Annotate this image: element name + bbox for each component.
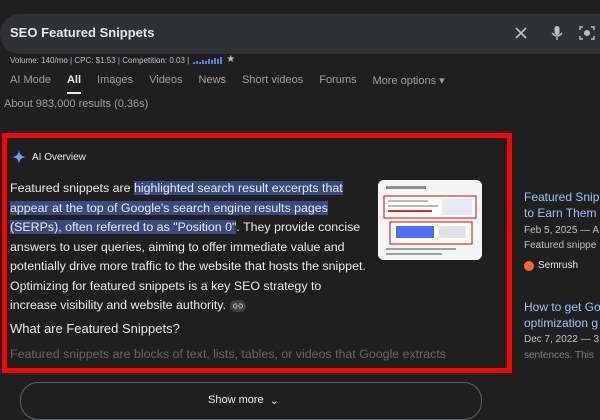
trend-bar <box>193 61 196 64</box>
faded-text-line: Featured snippets are blocks of text, li… <box>10 347 446 361</box>
close-icon[interactable] <box>511 23 531 43</box>
trend-bar <box>205 60 208 64</box>
trend-bar <box>208 58 211 64</box>
mic-icon[interactable] <box>547 23 567 43</box>
side-result-2-title[interactable]: How to get Go <box>524 300 600 314</box>
side-result-2-title-cont[interactable]: optimization g <box>524 316 600 330</box>
tab-images[interactable]: Images <box>97 74 133 87</box>
side-result-source-name: Semrush <box>538 260 579 271</box>
tab-ai-mode[interactable]: AI Mode <box>10 74 51 87</box>
side-result-source[interactable]: Semrush <box>524 260 600 271</box>
trend-sparkline <box>193 56 223 64</box>
side-result-snippet: Featured snippe <box>524 240 597 251</box>
keyword-stats: Volume: 140/mo | CPC: $1.53 | Competitio… <box>10 55 235 65</box>
trend-bar <box>220 56 223 64</box>
search-tabs: AI Mode All Images Videos News Short vid… <box>10 74 461 94</box>
ai-overview-paragraph: Featured snippets are highlighted search… <box>10 179 370 316</box>
tab-all[interactable]: All <box>66 74 82 94</box>
link-icon[interactable] <box>230 299 247 312</box>
side-result-date: Feb 5, 2025 — A <box>524 225 600 236</box>
side-result-2-snippet: sentences. This <box>524 350 594 361</box>
show-more-label-wrap[interactable]: Show more ⌄ <box>208 394 279 407</box>
tab-news[interactable]: News <box>199 74 227 87</box>
show-more-label: Show more <box>208 394 264 406</box>
search-input[interactable]: SEO Featured Snippets <box>10 25 154 40</box>
semrush-logo-icon <box>524 260 534 271</box>
keyword-stats-text: Volume: 140/mo | CPC: $1.53 | Competitio… <box>10 55 190 65</box>
trend-bar <box>211 59 214 64</box>
trend-bar <box>196 60 199 64</box>
section-heading: What are Featured Snippets? <box>10 321 180 336</box>
star-icon[interactable]: ★ <box>226 55 235 65</box>
trend-bar <box>217 58 220 64</box>
tab-forums[interactable]: Forums <box>319 74 356 87</box>
trend-bar <box>214 57 217 64</box>
tab-short-videos[interactable]: Short videos <box>242 74 303 87</box>
tab-videos[interactable]: Videos <box>149 74 182 87</box>
sparkle-icon <box>12 150 26 164</box>
side-result-title[interactable]: Featured Snipp <box>524 190 600 204</box>
ai-overview-header: AI Overview <box>12 150 86 164</box>
ai-overview-title: AI Overview <box>32 151 86 163</box>
side-result-2-date: Dec 7, 2022 — 3. <box>524 334 600 345</box>
tab-more-options[interactable]: More options ▾ <box>373 74 445 87</box>
results-count: About 983,000 results (0.36s) <box>4 98 149 110</box>
trend-bar <box>202 59 205 64</box>
para-start: Featured snippets are <box>10 181 134 195</box>
chevron-down-icon: ⌄ <box>269 395 279 407</box>
side-result-title-cont[interactable]: to Earn Them - <box>524 206 600 220</box>
trend-bar <box>199 61 202 64</box>
source-thumbnail[interactable] <box>378 180 482 260</box>
lens-icon[interactable] <box>577 23 597 43</box>
